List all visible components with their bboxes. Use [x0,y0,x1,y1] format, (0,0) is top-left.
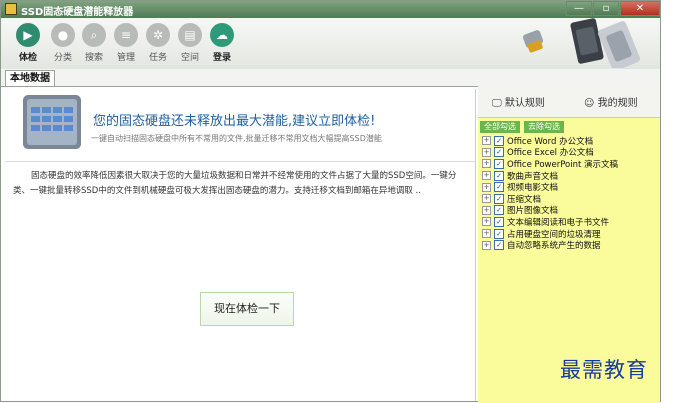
rule-item[interactable]: + ✓ Office PowerPoint 演示文稿 [482,158,618,170]
tab-bar: 本地数据 [1,69,660,87]
toolbar-checkup[interactable]: ▶ 体检 [13,23,43,63]
toolbar-label: 任务 [148,53,167,63]
checkbox[interactable]: ✓ [494,158,504,169]
play-icon: ▶ [16,23,40,47]
toolbar-classify[interactable]: ● 分类 [48,23,78,63]
close-button[interactable]: ✕ [620,1,660,16]
expand-icon[interactable]: + [482,205,491,215]
checkbox[interactable]: ✓ [494,170,504,181]
checkbox[interactable]: ✓ [494,228,504,239]
location-icon: ● [51,23,75,47]
window-title: SSD固态硬盘潜能释放器 [21,7,134,18]
app-window: SSD固态硬盘潜能释放器 — ▫ ✕ ▶ 体检 ● 分类 ⌕ 搜索 ≡ 管理 ✲… [0,0,661,403]
rules-list: + ✓ Office Word 办公文档 + ✓ Office Excel 办公文档 +… [482,135,618,251]
rule-label: 歌曲声音文档 [507,171,559,182]
checkbox[interactable]: ✓ [494,193,504,204]
rule-label: 占用硬盘空间的垃圾清理 [507,229,601,240]
rule-item[interactable]: + ✓ 自动忽略系统产生的数据 [482,239,618,251]
rule-item[interactable]: + ✓ 图片图像文档 [482,205,618,217]
rule-item[interactable]: + ✓ 歌曲声音文档 [482,170,618,182]
rules-tabs: 🖵 默认规则 ☺ 我的规则 [478,86,660,118]
toolbar-manage[interactable]: ≡ 管理 [111,23,141,63]
toolbar-search[interactable]: ⌕ 搜索 [79,23,109,63]
tab-default-rules[interactable]: 🖵 默认规则 [492,94,545,109]
banner-title: 您的固态硬盘还未释放出最大潜能,建议立即体检! [93,114,376,129]
expand-icon[interactable]: + [482,194,491,204]
expand-icon[interactable]: + [482,136,491,146]
gear-icon: ✲ [146,23,170,47]
monitor-icon: 🖵 [492,98,502,109]
rule-item[interactable]: + ✓ Office Excel 办公文档 [482,147,618,159]
rule-item[interactable]: + ✓ 视频电影文档 [482,181,618,193]
rule-item[interactable]: + ✓ 占用硬盘空间的垃圾清理 [482,228,618,240]
toolbar-login[interactable]: ☁ 登录 [207,23,237,63]
rule-label: 自动忽略系统产生的数据 [507,241,601,252]
toolbar-label: 搜索 [84,53,103,63]
toolbar-task[interactable]: ✲ 任务 [143,23,173,63]
list-icon: ≡ [114,23,138,47]
watermark: 最需教育 [560,358,648,382]
checkbox[interactable]: ✓ [494,135,504,146]
toolbar-label: 空间 [180,53,199,63]
toolbar-label: 登录 [212,53,231,63]
rule-label: 压缩文档 [507,194,542,205]
cloud-icon: ☁ [210,23,234,47]
deselect-all-button[interactable]: 去除勾选 [524,121,564,133]
maximize-button[interactable]: ▫ [593,1,619,16]
tab-mine-label: 我的规则 [597,98,638,109]
title-bar: SSD固态硬盘潜能释放器 — ▫ ✕ [1,1,660,18]
toolbar-space[interactable]: ▤ 空间 [175,23,205,63]
check-now-button[interactable]: 现在体检一下 [200,292,294,326]
toolbar-label: 管理 [116,53,135,63]
smiley-icon: ☺ [584,98,595,109]
status-banner: 您的固态硬盘还未释放出最大潜能,建议立即体检! 一键自动扫描固态硬盘中所有不常用… [5,89,475,162]
expand-icon[interactable]: + [482,159,491,169]
rule-label: Office Excel 办公文档 [507,148,594,159]
tab-local-data[interactable]: 本地数据 [5,70,55,86]
app-icon [5,3,17,15]
description-text: 固态硬盘的效率降低因素很大取决于您的大量垃圾数据和日常并不经常使用的文件占据了大… [13,171,457,196]
rule-label: Office Word 办公文档 [507,136,594,147]
checkbox[interactable]: ✓ [494,205,504,216]
main-panel: 您的固态硬盘还未释放出最大潜能,建议立即体检! 一键自动扫描固态硬盘中所有不常用… [5,89,476,401]
tab-my-rules[interactable]: ☺ 我的规则 [584,94,638,109]
tab-default-label: 默认规则 [504,98,545,109]
banner-subtitle: 一键自动扫描固态硬盘中所有不常用的文件,批量迁移不常用文档大幅提高SSD潜能 [91,134,382,143]
ssd-drives-illustration [522,18,640,68]
checkbox[interactable]: ✓ [494,147,504,158]
toolbar: ▶ 体检 ● 分类 ⌕ 搜索 ≡ 管理 ✲ 任务 ▤ 空间 ☁ 登录 [1,18,660,69]
rule-label: 视频电影文档 [507,183,559,194]
expand-icon[interactable]: + [482,182,491,192]
select-all-button[interactable]: 全部勾选 [480,121,520,133]
rule-item[interactable]: + ✓ 压缩文档 [482,193,618,205]
expand-icon[interactable]: + [482,171,491,181]
toolbar-label: 分类 [53,53,72,63]
rule-item[interactable]: + ✓ 文本编辑阅读和电子书文件 [482,216,618,228]
search-icon: ⌕ [82,23,106,47]
checkbox[interactable]: ✓ [494,216,504,227]
expand-icon[interactable]: + [482,229,491,239]
rule-item[interactable]: + ✓ Office Word 办公文档 [482,135,618,147]
rule-label: Office PowerPoint 演示文稿 [507,159,619,170]
ssd-drive-icon [23,95,81,149]
expand-icon[interactable]: + [482,240,491,250]
checkbox[interactable]: ✓ [494,240,504,251]
expand-icon[interactable]: + [482,147,491,157]
toolbar-label: 体检 [18,53,37,63]
rule-label: 图片图像文档 [507,206,559,217]
minimize-button[interactable]: — [566,1,592,16]
checkbox[interactable]: ✓ [494,182,504,193]
storage-icon: ▤ [178,23,202,47]
expand-icon[interactable]: + [482,217,491,227]
rule-label: 文本编辑阅读和电子书文件 [507,217,610,228]
